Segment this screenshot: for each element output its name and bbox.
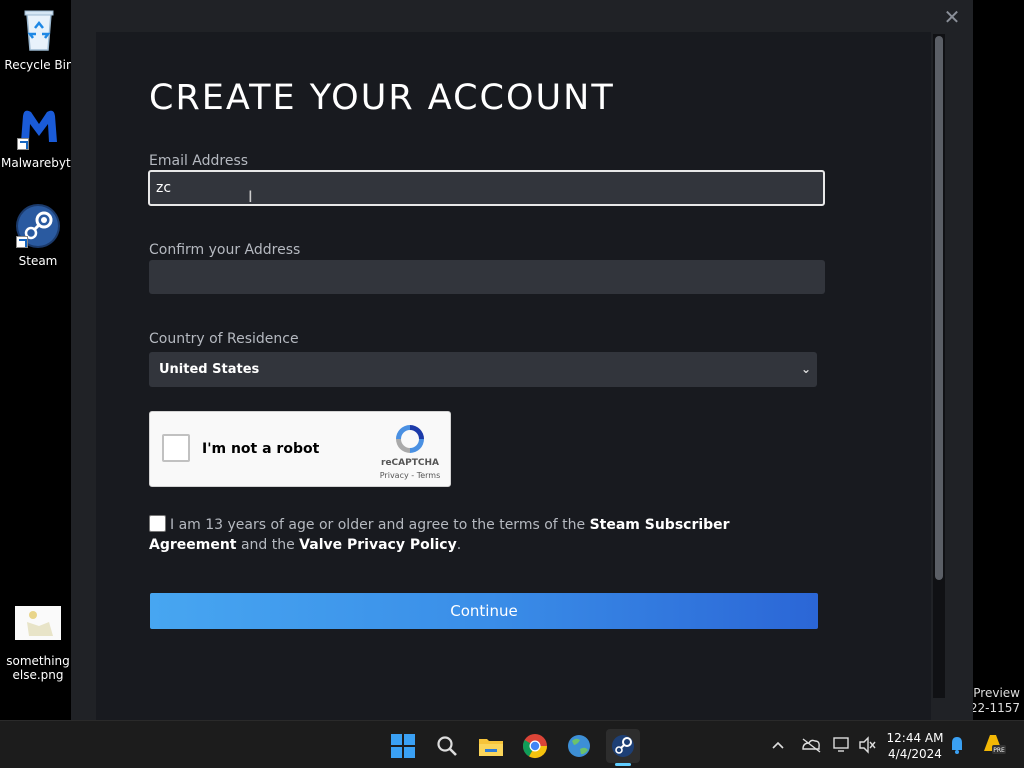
recaptcha-links[interactable]: Privacy - Terms: [372, 471, 448, 480]
search-button[interactable]: [430, 729, 464, 763]
active-app-indicator: [615, 763, 631, 766]
steam-icon: [14, 202, 62, 250]
page-title: CREATE YOUR ACCOUNT: [149, 78, 615, 118]
desktop-icon-image-file[interactable]: something else.png: [0, 604, 76, 682]
text-cursor-icon: I: [248, 187, 253, 206]
browser-globe-button[interactable]: [562, 729, 596, 763]
recaptcha-widget: I'm not a robot reCAPTCHA Privacy - Term…: [149, 411, 451, 487]
show-hidden-icons-button[interactable]: [770, 721, 786, 768]
confirm-email-label: Confirm your Address: [149, 242, 301, 258]
svg-text:PRE: PRE: [993, 747, 1005, 754]
notifications-button[interactable]: [948, 721, 966, 768]
start-icon: [391, 734, 415, 758]
chrome-button[interactable]: [518, 729, 552, 763]
steam-taskbar-button[interactable]: [606, 729, 640, 763]
malwarebytes-icon: [15, 104, 63, 152]
agreement-text: .: [456, 537, 462, 553]
confirm-email-input[interactable]: [149, 260, 825, 294]
agreement-text: I am 13 years of age or older and agree …: [170, 517, 590, 533]
chevron-down-icon: ⌄: [800, 362, 811, 376]
dialog-content: CREATE YOUR ACCOUNT Email Address I Conf…: [96, 32, 931, 720]
recaptcha-brand: reCAPTCHA: [381, 458, 439, 468]
close-button[interactable]: ✕: [939, 4, 965, 30]
file-explorer-button[interactable]: [474, 729, 508, 763]
recycle-bin-icon: [15, 6, 63, 54]
system-clock[interactable]: 12:44 AM 4/4/2024: [880, 730, 950, 762]
clock-date: 4/4/2024: [888, 747, 942, 761]
clock-time: 12:44 AM: [886, 731, 944, 745]
email-label: Email Address: [149, 153, 249, 169]
desktop-icon-recycle-bin[interactable]: Recycle Bin: [1, 6, 77, 72]
desktop-icon-label: something else.png: [6, 654, 70, 682]
steam-create-account-window: ✕ CREATE YOUR ACCOUNT Email Address I Co…: [71, 0, 973, 720]
privacy-policy-link[interactable]: Valve Privacy Policy: [299, 537, 457, 553]
volume-muted-tray-icon[interactable]: [858, 721, 878, 768]
recaptcha-label: I'm not a robot: [202, 441, 320, 457]
browser-globe-icon: [568, 735, 590, 757]
country-select[interactable]: United States ⌄: [149, 352, 817, 387]
chevron-up-icon: [772, 741, 784, 749]
search-icon: [437, 736, 457, 756]
network-tray-icon[interactable]: [832, 721, 852, 768]
age-agreement: I am 13 years of age or older and agree …: [149, 515, 819, 555]
recaptcha-logo-icon: [393, 422, 427, 456]
shortcut-arrow-icon: [16, 236, 28, 248]
shortcut-arrow-icon: [17, 138, 29, 150]
continue-button[interactable]: Continue: [150, 593, 818, 629]
bell-icon: [952, 737, 962, 754]
desktop-icon-label: Steam: [18, 254, 58, 268]
country-label: Country of Residence: [149, 331, 299, 347]
image-file-icon: [15, 606, 61, 640]
recaptcha-checkbox[interactable]: [162, 434, 190, 462]
desktop-icon-malwarebytes[interactable]: Malwarebytes: [1, 104, 85, 170]
scrollbar-thumb[interactable]: [935, 36, 943, 580]
chrome-icon: [522, 734, 547, 759]
age-agreement-checkbox[interactable]: [149, 515, 166, 532]
close-icon: ✕: [943, 5, 961, 29]
steam-icon: [612, 735, 634, 757]
file-explorer-icon: [479, 739, 503, 756]
taskbar: 12:44 AM 4/4/2024 PRE: [0, 720, 1024, 768]
copilot-preview-icon[interactable]: PRE: [980, 721, 1008, 768]
onedrive-tray-icon[interactable]: [800, 721, 822, 768]
desktop-icon-label: Malwarebytes: [1, 156, 85, 170]
start-button[interactable]: [386, 729, 420, 763]
desktop-icon-steam[interactable]: Steam: [0, 202, 76, 268]
agreement-text: and the: [236, 537, 300, 553]
desktop-icon-label: Recycle Bin: [4, 58, 74, 72]
country-selected-value: United States: [159, 362, 260, 377]
